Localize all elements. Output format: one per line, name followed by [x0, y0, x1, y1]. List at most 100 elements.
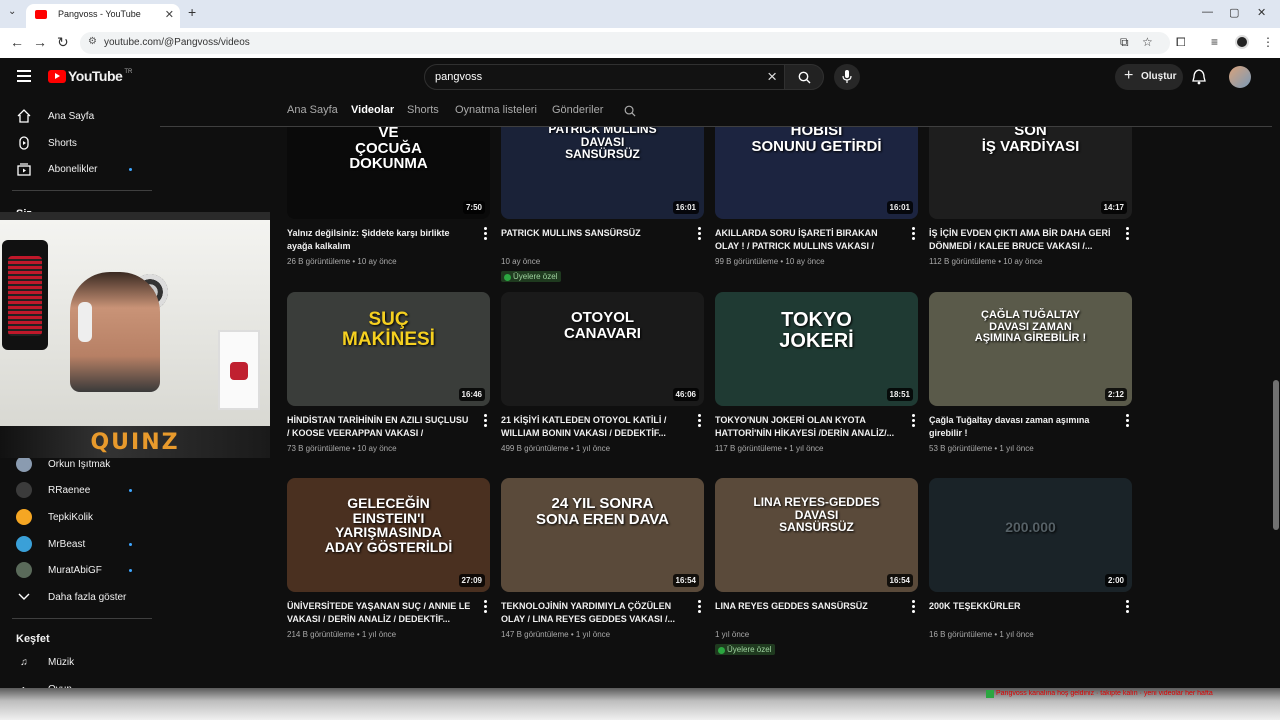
- video-thumbnail[interactable]: HOBİSİ SONUNU GETİRDİ 16:01: [715, 127, 918, 219]
- video-options-icon[interactable]: [484, 600, 488, 615]
- restore-icon[interactable]: ▢: [1229, 6, 1239, 19]
- back-icon[interactable]: ←: [10, 34, 24, 50]
- tab-search-chevron-icon[interactable]: ⌄: [8, 6, 16, 17]
- search-input[interactable]: pangvoss ×: [424, 64, 786, 90]
- video-title[interactable]: PATRICK MULLINS SANSÜRSÜZ: [501, 227, 686, 253]
- browser-menu-icon[interactable]: ⋮: [1262, 35, 1274, 49]
- video-thumbnail[interactable]: 24 YIL SONRA SONA EREN DAVA 16:54: [501, 478, 704, 592]
- video-card[interactable]: HOBİSİ SONUNU GETİRDİ 16:01 AKILLARDA SORU…: [715, 127, 918, 266]
- tab-posts[interactable]: Gönderiler: [552, 104, 603, 116]
- sidebar-item-subscriptions[interactable]: Abonelikler: [16, 157, 156, 181]
- sidebar-item-music[interactable]: ♫ Müzik: [16, 650, 156, 674]
- video-thumbnail[interactable]: GELECEĞİN EINSTEIN'I YARIŞMASINDA ADAY G…: [287, 478, 490, 592]
- video-card[interactable]: TOKYO JOKERİ 18:51 TOKYO'NUN JOKERİ OLAN K…: [715, 292, 918, 453]
- install-icon[interactable]: ⧉: [1120, 35, 1129, 50]
- video-title[interactable]: LINA REYES GEDDES SANSÜRSÜZ: [715, 600, 900, 626]
- video-title[interactable]: ÜNİVERSİTEDE YAŞANAN SUÇ / ANNIE LE VAKA…: [287, 600, 472, 626]
- address-input[interactable]: ⚙ youtube.com/@Pangvoss/videos: [80, 32, 1170, 54]
- forward-icon[interactable]: →: [33, 34, 47, 50]
- video-options-icon[interactable]: [484, 414, 488, 429]
- video-card[interactable]: PATRICK MULLINS DAVASI SANSÜRSÜZ 16:01 PAT…: [501, 127, 704, 284]
- sidebar-item-shorts[interactable]: Shorts: [16, 131, 156, 155]
- video-thumbnail[interactable]: 200.000 2:00: [929, 478, 1132, 592]
- voice-search-button[interactable]: [834, 64, 860, 90]
- video-thumbnail[interactable]: TOKYO JOKERİ 18:51: [715, 292, 918, 406]
- video-thumbnail[interactable]: LINA REYES-GEDDES DAVASI SANSÜRSÜZ 16:54: [715, 478, 918, 592]
- profile-avatar[interactable]: [1235, 35, 1249, 49]
- tab-playlists[interactable]: Oynatma listeleri: [455, 104, 537, 116]
- page-scrollbar[interactable]: [1272, 58, 1280, 698]
- notifications-bell-icon[interactable]: [1192, 69, 1206, 85]
- video-card[interactable]: LINA REYES-GEDDES DAVASI SANSÜRSÜZ 16:54 L…: [715, 478, 918, 657]
- video-options-icon[interactable]: [1126, 227, 1130, 242]
- sidebar-item-subscription[interactable]: MrBeast: [16, 532, 156, 556]
- video-card[interactable]: 200.000 2:00 200K TEŞEKKÜRLER 16 B görüntül…: [929, 478, 1132, 639]
- video-options-icon[interactable]: [912, 414, 916, 429]
- logo-region: TR: [124, 69, 133, 75]
- hamburger-menu-icon[interactable]: [17, 70, 31, 85]
- video-card[interactable]: #KADINA VE ÇOCUĞA DOKUNMA 7:50 Yalnız deği…: [287, 127, 490, 266]
- browser-tab[interactable]: Pangvoss - YouTube ✕: [26, 4, 180, 28]
- video-card[interactable]: OTOYOL CANAVARI 46:06 21 KİŞİYİ KATLEDEN O…: [501, 292, 704, 453]
- video-options-icon[interactable]: [484, 227, 488, 242]
- video-thumbnail[interactable]: SON İŞ VARDİYASI 14:17: [929, 127, 1132, 219]
- sidebar-item-subscription[interactable]: RRaenee: [16, 478, 156, 502]
- video-title[interactable]: HİNDİSTAN TARİHİNİN EN AZILI SUÇLUSU / K…: [287, 414, 472, 440]
- create-button[interactable]: + Oluştur: [1115, 64, 1183, 90]
- video-options-icon[interactable]: [698, 600, 702, 615]
- sidebar-item-home[interactable]: Ana Sayfa: [16, 104, 156, 128]
- reload-icon[interactable]: ↻: [57, 34, 69, 51]
- tab-close-icon[interactable]: ✕: [165, 8, 174, 21]
- channel-search-icon[interactable]: [624, 105, 636, 117]
- youtube-logo[interactable]: YouTube TR: [48, 68, 132, 84]
- tab-videos[interactable]: Videolar: [351, 104, 394, 116]
- media-controls-icon[interactable]: ≡: [1211, 35, 1218, 49]
- sidebar-item-subscription[interactable]: TepkiKolik: [16, 505, 156, 529]
- video-card[interactable]: ÇAĞLA TUĞALTAY DAVASI ZAMAN AŞIMINA GİRE…: [929, 292, 1132, 453]
- tab-shorts[interactable]: Shorts: [407, 104, 439, 116]
- video-title[interactable]: AKILLARDA SORU İŞARETİ BIRAKAN OLAY ! / …: [715, 227, 900, 253]
- video-title[interactable]: TOKYO'NUN JOKERİ OLAN KYOTA HATTORİ'NİN …: [715, 414, 900, 440]
- video-card[interactable]: SUÇ MAKİNESİ 16:46 HİNDİSTAN TARİHİNİN EN …: [287, 292, 490, 453]
- video-title[interactable]: İŞ İÇİN EVDEN ÇIKTI AMA BİR DAHA GERİ DÖ…: [929, 227, 1114, 253]
- window-close-icon[interactable]: ✕: [1257, 6, 1266, 19]
- view-count: 73 B görüntüleme: [287, 444, 351, 453]
- video-options-icon[interactable]: [698, 227, 702, 242]
- video-title[interactable]: 21 KİŞİYİ KATLEDEN OTOYOL KATİLİ / WILLI…: [501, 414, 686, 440]
- clear-search-icon[interactable]: ×: [767, 67, 777, 87]
- minimize-icon[interactable]: —: [1202, 6, 1213, 18]
- video-options-icon[interactable]: [1126, 414, 1130, 429]
- home-icon: [16, 108, 32, 124]
- video-thumbnail[interactable]: OTOYOL CANAVARI 46:06: [501, 292, 704, 406]
- video-card[interactable]: 24 YIL SONRA SONA EREN DAVA 16:54 TEKNOLOJ…: [501, 478, 704, 639]
- sidebar-item-subscription[interactable]: MuratAbiGF: [16, 558, 156, 582]
- video-options-icon[interactable]: [912, 227, 916, 242]
- video-title[interactable]: 200K TEŞEKKÜRLER: [929, 600, 1114, 626]
- search-button[interactable]: [784, 64, 824, 90]
- tab-home[interactable]: Ana Sayfa: [287, 104, 338, 116]
- video-options-icon[interactable]: [1126, 600, 1130, 615]
- video-thumbnail[interactable]: #KADINA VE ÇOCUĞA DOKUNMA 7:50: [287, 127, 490, 219]
- upload-age: 1 yıl önce: [789, 444, 824, 453]
- bookmark-star-icon[interactable]: ☆: [1142, 35, 1153, 49]
- video-thumbnail[interactable]: ÇAĞLA TUĞALTAY DAVASI ZAMAN AŞIMINA GİRE…: [929, 292, 1132, 406]
- sidebar-divider: [12, 190, 152, 191]
- video-thumbnail[interactable]: PATRICK MULLINS DAVASI SANSÜRSÜZ 16:01: [501, 127, 704, 219]
- view-count: 26 B görüntüleme: [287, 257, 351, 266]
- video-card[interactable]: SON İŞ VARDİYASI 14:17 İŞ İÇİN EVDEN ÇIKTI…: [929, 127, 1132, 266]
- scrollbar-thumb[interactable]: [1273, 380, 1279, 530]
- video-card[interactable]: GELECEĞİN EINSTEIN'I YARIŞMASINDA ADAY G…: [287, 478, 490, 639]
- show-more-button[interactable]: Daha fazla göster: [16, 585, 156, 609]
- thumbnail-overlay-text: ÇAĞLA TUĞALTAY DAVASI ZAMAN AŞIMINA GİRE…: [974, 309, 1087, 345]
- video-title[interactable]: Yalnız değilsiniz: Şiddete karşı birlikt…: [287, 227, 472, 253]
- video-title[interactable]: TEKNOLOJİNİN YARDIMIYLA ÇÖZÜLEN OLAY / L…: [501, 600, 686, 626]
- site-info-icon[interactable]: ⚙: [88, 36, 97, 47]
- video-options-icon[interactable]: [698, 414, 702, 429]
- video-options-icon[interactable]: [912, 600, 916, 615]
- account-avatar[interactable]: [1229, 66, 1251, 88]
- new-tab-button[interactable]: +: [188, 4, 196, 20]
- duration-badge: 16:54: [886, 574, 913, 587]
- extensions-icon[interactable]: ⧠: [1176, 35, 1186, 50]
- video-title[interactable]: Çağla Tuğaltay davası zaman aşımına gire…: [929, 414, 1114, 440]
- video-thumbnail[interactable]: SUÇ MAKİNESİ 16:46: [287, 292, 490, 406]
